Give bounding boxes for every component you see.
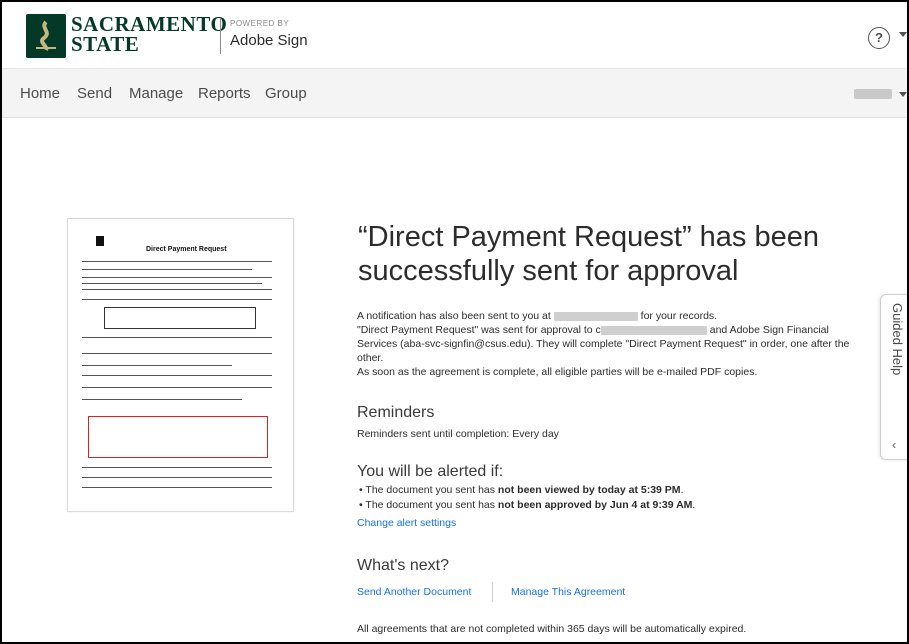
nav-send[interactable]: Send (77, 85, 112, 102)
reminders-heading: Reminders (357, 404, 435, 421)
alert2-post: . (692, 499, 696, 511)
top-header: SACRAMENTO STATE POWERED BY Adobe Sign ? (2, 2, 907, 69)
notification-text: A notification has also been sent to you… (357, 309, 717, 323)
guided-help-label: Guided Help (890, 303, 905, 376)
thumbnail-line (82, 261, 272, 262)
thumbnail-line (82, 289, 272, 290)
sent-text-line3: other. (357, 352, 384, 364)
complete-note: As soon as the agreement is complete, al… (357, 366, 758, 378)
alert-item: • The document you sent has not been app… (359, 499, 695, 511)
alert1-pre: The document you sent has (365, 484, 498, 496)
sent-post: and Adobe Sign Financial (709, 324, 829, 336)
whats-next-heading: What's next? (357, 557, 449, 574)
main-nav: Home Send Manage Reports Group (2, 69, 907, 118)
reminders-text: Reminders sent until completion: Every d… (357, 428, 559, 440)
thumbnail-line (82, 477, 272, 478)
expiry-note: All agreements that are not completed wi… (357, 623, 747, 635)
notify-post: for your records. (640, 310, 718, 322)
send-another-document-link[interactable]: Send Another Document (357, 586, 471, 598)
thumbnail-line (82, 299, 272, 300)
manage-agreement-link[interactable]: Manage This Agreement (511, 586, 625, 598)
user-menu-redacted[interactable] (854, 89, 892, 99)
sent-text-line2: Services (aba-svc-signfin@csus.edu). The… (357, 338, 850, 350)
guided-help-tab[interactable]: Guided Help ‹ (880, 294, 907, 460)
thumbnail-table (104, 307, 256, 329)
brand-line2: STATE (71, 32, 140, 56)
notify-pre: A notification has also been sent to you… (357, 310, 551, 322)
headline-line2: successfully sent for approval (358, 255, 739, 287)
thumbnail-line (82, 365, 232, 366)
alert2-pre: The document you sent has (365, 499, 498, 511)
thumbnail-line (82, 283, 262, 284)
user-chevron-down-icon[interactable] (899, 92, 907, 97)
thumbnail-line (82, 387, 272, 388)
thumbnail-line (82, 487, 272, 488)
app-window: SACRAMENTO STATE POWERED BY Adobe Sign ?… (0, 0, 909, 644)
page-title: “Direct Payment Request” has been succes… (358, 220, 858, 288)
chevron-left-icon[interactable]: ‹ (892, 437, 896, 452)
alerts-heading: You will be alerted if: (357, 463, 504, 480)
thumbnail-line (82, 399, 242, 400)
sent-text: "Direct Payment Request" was sent for ap… (357, 323, 857, 337)
thumbnail-line (82, 353, 272, 354)
thumbnail-line (82, 269, 252, 270)
thumbnail-line (82, 337, 272, 338)
help-chevron-down-icon[interactable] (899, 32, 907, 37)
thumbnail-title: Direct Payment Request (146, 246, 227, 253)
powered-by-label: POWERED BY (230, 19, 290, 28)
brand-line1: SACRAMENTO (71, 12, 228, 36)
product-name: Adobe Sign (230, 32, 308, 49)
thumbnail-logo-icon (96, 236, 104, 246)
thumbnail-red-box (88, 416, 268, 458)
nav-group[interactable]: Group (265, 85, 307, 102)
sent-pre: "Direct Payment Request" was sent for ap… (357, 324, 601, 336)
brand-name: SACRAMENTO STATE (71, 12, 228, 56)
thumbnail-line (82, 467, 272, 468)
help-icon[interactable]: ? (868, 27, 890, 49)
alert1-post: . (680, 484, 684, 496)
headline-line1: “Direct Payment Request” has been (358, 221, 819, 253)
redacted-email (553, 311, 638, 321)
redacted-recipient (600, 325, 707, 335)
bullet-icon: • (359, 499, 363, 511)
bullet-icon: • (359, 484, 363, 496)
thumbnail-line (82, 277, 272, 278)
thumbnail-line (82, 375, 272, 376)
alert-item: • The document you sent has not been vie… (359, 484, 683, 496)
nav-home[interactable]: Home (20, 85, 60, 102)
header-divider (220, 18, 221, 54)
link-divider (492, 582, 493, 602)
nav-manage[interactable]: Manage (129, 85, 183, 102)
alert1-bold: not been viewed by today at 5:39 PM (497, 484, 681, 496)
nav-reports[interactable]: Reports (198, 85, 251, 102)
change-alert-settings-link[interactable]: Change alert settings (357, 517, 456, 529)
sac-state-logo-icon (26, 14, 66, 58)
alert2-bold: not been approved by Jun 4 at 9:39 AM (497, 499, 693, 511)
document-thumbnail: Direct Payment Request (67, 218, 294, 512)
